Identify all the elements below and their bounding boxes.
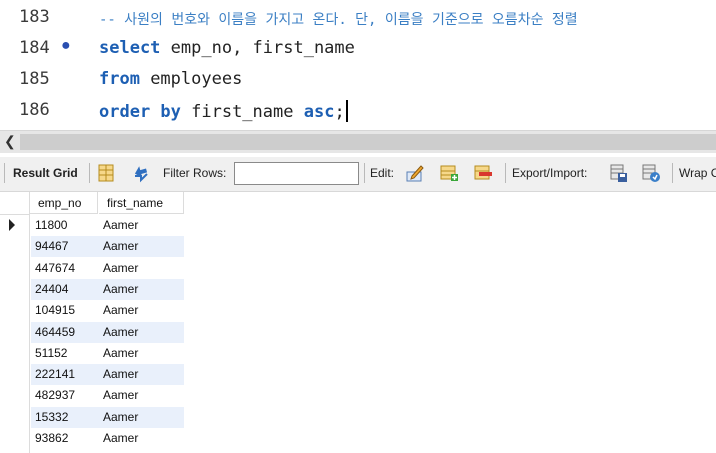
corner-header [0,192,30,215]
result-grid[interactable]: emp_no first_name 11800 Aamer 94467 Aamer 44… [0,192,716,453]
cell-first-name[interactable]: Aamer [103,385,138,406]
sql-text: employees [139,69,243,89]
line-number: 185 [19,69,50,89]
sql-code: from employees [99,69,242,89]
sql-editor[interactable]: 183 -- 사원의 번호와 이름을 가지고 온다. 단, 이름을 기준으로 오… [0,0,716,128]
cell-first-name[interactable]: Aamer [103,343,138,364]
line-number: 183 [19,7,50,27]
line-number: 184 [19,38,50,58]
result-grid-tab[interactable]: Result Grid [13,166,78,180]
cell-first-name[interactable]: Aamer [103,279,138,300]
table-row[interactable]: 15332 Aamer [0,406,184,428]
scrollbar-thumb[interactable] [20,134,716,150]
table-row[interactable]: 51152 Aamer [0,343,184,364]
cell-emp-no[interactable]: 15332 [35,407,68,428]
table-row[interactable]: 447674 Aamer [0,258,184,279]
sql-keyword: asc [303,102,335,122]
cell-first-name[interactable]: Aamer [103,407,138,428]
editor-line[interactable]: 185 from employees [0,65,716,96]
wrap-cell-toggle[interactable]: Wrap C [679,166,716,180]
current-row-pointer-icon [9,219,15,231]
filter-rows-label: Filter Rows: [163,166,227,180]
cell-first-name[interactable]: Aamer [103,300,138,321]
text-caret [345,100,348,122]
editor-line[interactable]: 184 ● select emp_no, first_name [0,34,716,65]
edit-label: Edit: [370,166,395,180]
filter-rows-input[interactable] [234,162,359,185]
table-row[interactable]: 94467 Aamer [0,236,184,258]
cell-emp-no[interactable]: 24404 [35,279,68,300]
cell-emp-no[interactable]: 464459 [35,322,75,343]
insert-row-icon[interactable] [439,163,459,183]
table-row[interactable]: 482937 Aamer [0,385,184,406]
table-row[interactable]: 11800 Aamer [0,215,184,236]
scroll-left-icon[interactable]: ❮ [4,133,16,150]
sql-code: order by first_name asc; [99,100,348,122]
sql-comment: -- 사원의 번호와 이름을 가지고 온다. 단, 이름을 기준으로 오름차순 … [99,12,578,28]
cell-emp-no[interactable]: 222141 [35,364,75,385]
cell-emp-no[interactable]: 11800 [35,215,67,236]
table-row[interactable]: 222141 Aamer [0,364,184,386]
editor-line[interactable]: 186 order by first_name asc; [0,96,716,127]
table-row[interactable]: 104915 Aamer [0,300,184,321]
cell-first-name[interactable]: Aamer [103,428,138,449]
horizontal-scrollbar[interactable]: ❮ [0,130,716,153]
cell-first-name[interactable]: Aamer [103,236,138,257]
import-icon[interactable] [641,163,661,183]
column-header-first-name[interactable]: first_name [99,192,184,214]
sql-keyword: from [99,69,140,89]
cell-first-name[interactable]: Aamer [103,364,138,385]
sql-text: first_name [180,102,304,122]
cell-emp-no[interactable]: 93862 [35,428,68,449]
column-header-emp-no[interactable]: emp_no [30,192,98,214]
toolbar-separator [364,163,365,183]
delete-row-icon[interactable] [473,163,493,183]
refresh-icon[interactable] [131,163,151,183]
sql-keyword: order by [99,102,181,122]
export-import-label: Export/Import: [512,166,588,180]
cell-emp-no[interactable]: 447674 [35,258,75,279]
sql-keyword: select [99,38,161,58]
table-row[interactable]: 24404 Aamer [0,278,184,300]
cell-emp-no[interactable]: 51152 [35,343,67,364]
cell-first-name[interactable]: Aamer [103,215,138,236]
grid-layout-icon[interactable] [96,163,116,183]
result-toolbar: Result Grid Filter Rows: Edit: Export/Im… [0,157,716,192]
cell-emp-no[interactable]: 94467 [35,236,68,257]
editor-line[interactable]: 183 -- 사원의 번호와 이름을 가지고 온다. 단, 이름을 기준으로 오… [0,3,716,34]
toolbar-separator [672,163,673,183]
table-row[interactable]: 93862 Aamer [0,428,184,449]
cell-first-name[interactable]: Aamer [103,322,138,343]
line-number: 186 [19,100,50,120]
cell-emp-no[interactable]: 482937 [35,385,75,406]
statement-marker-icon: ● [61,37,71,54]
sql-text: emp_no, first_name [160,38,355,58]
table-row[interactable]: 464459 Aamer [0,321,184,343]
edit-cell-icon[interactable] [405,163,425,183]
sql-text: ; [334,102,345,122]
toolbar-separator [89,163,90,183]
cell-first-name[interactable]: Aamer [103,258,138,279]
sql-code: select emp_no, first_name [99,38,355,58]
export-icon[interactable] [609,163,629,183]
toolbar-separator [4,163,5,183]
toolbar-separator [505,163,506,183]
cell-emp-no[interactable]: 104915 [35,300,75,321]
